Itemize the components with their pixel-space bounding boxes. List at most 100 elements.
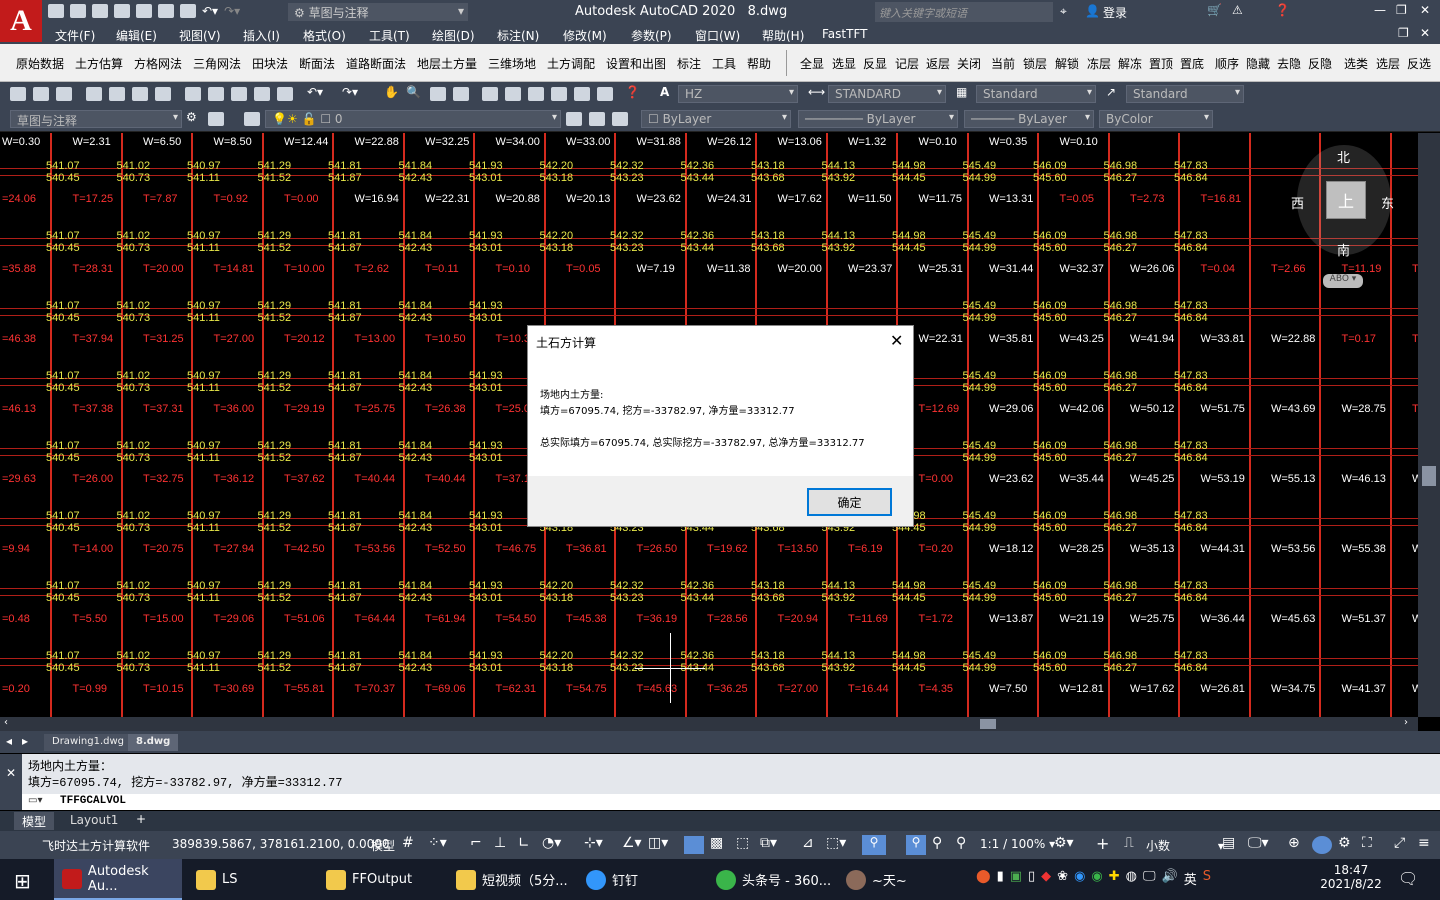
tray-sogou-icon[interactable]: S — [1203, 869, 1211, 888]
customize-menu-icon[interactable]: ≡ — [1418, 835, 1430, 851]
viewcube-top-face[interactable]: 上 — [1326, 181, 1366, 219]
rb-layer-2[interactable]: 反显 — [863, 55, 887, 72]
prompt-icon[interactable]: ▭▾ — [28, 795, 42, 806]
help-icon[interactable]: ❓ — [1275, 3, 1290, 17]
annotation-scale-select[interactable]: 1:1 / 100% ▾ — [980, 837, 1055, 851]
layer-properties-icon[interactable] — [244, 112, 260, 126]
tray-nvidia-icon[interactable]: ▣ — [1010, 869, 1022, 888]
saveas-icon[interactable] — [114, 4, 130, 18]
zoom-realtime-icon[interactable]: 🔍 — [406, 85, 421, 99]
tray-volume-icon[interactable]: 🔊 — [1162, 869, 1178, 888]
clean-screen-icon[interactable]: ⚙ — [1338, 835, 1351, 851]
auto-scale-icon[interactable]: ⚲ — [906, 835, 926, 855]
taskbar-360browser[interactable]: 头条号 - 360... — [708, 859, 834, 900]
tab-next-icon[interactable]: ▸ — [22, 734, 28, 748]
help-icon[interactable]: ❓ — [625, 85, 640, 99]
quick-properties-icon[interactable]: ▤ — [1222, 835, 1235, 851]
save-web-icon[interactable] — [158, 4, 174, 18]
transparency-icon[interactable]: ▩ — [710, 835, 723, 851]
rb-layer-9[interactable]: 冻层 — [1087, 55, 1111, 72]
menu-parametric[interactable]: 参数(P) — [631, 27, 672, 44]
expand-icon[interactable]: ⤢ — [1394, 835, 1405, 851]
rb-estimate[interactable]: 土方估算 — [75, 55, 123, 72]
a360-icon[interactable]: ⚠ — [1232, 3, 1243, 17]
wcs-menu[interactable]: ABO ▾ — [1323, 274, 1363, 288]
cut-icon[interactable] — [185, 87, 201, 101]
angle-icon[interactable]: ∠▾ — [622, 835, 642, 851]
taskbar-qq[interactable]: ~天~ — [838, 859, 966, 900]
menu-window[interactable]: 窗口(W) — [695, 27, 740, 44]
taskbar-dingtalk[interactable]: 钉钉 — [578, 859, 706, 900]
otrack-icon[interactable]: ◫▾ — [648, 835, 668, 851]
menu-file[interactable]: 文件(F) — [55, 27, 95, 44]
undo-icon[interactable]: ↶▾ — [202, 4, 218, 20]
restore-icon[interactable]: ❐ — [1396, 3, 1407, 17]
doc-restore-icon[interactable]: ❐ — [1398, 26, 1409, 40]
new-icon[interactable] — [48, 4, 64, 18]
ortho-icon[interactable]: ∟ — [518, 835, 530, 851]
layer-previous-icon[interactable] — [589, 112, 605, 126]
taskbar-ffoutput[interactable]: FFOutput — [318, 859, 440, 900]
infer-icon[interactable]: ⌐ — [470, 835, 482, 851]
vscroll-thumb[interactable] — [1422, 466, 1436, 486]
rb-layer-14[interactable]: 隐藏 — [1246, 55, 1270, 72]
rb-road-section[interactable]: 道路断面法 — [346, 55, 406, 72]
rb-stratum[interactable]: 地层土方量 — [417, 55, 477, 72]
gear-icon[interactable]: ⚙ — [186, 110, 197, 124]
lock-ui-icon[interactable]: 🖵▾ — [1248, 835, 1269, 851]
sheetset-icon[interactable] — [551, 87, 567, 101]
rb-layer-13[interactable]: 顺序 — [1215, 55, 1239, 72]
design-center-icon[interactable] — [505, 87, 521, 101]
rb-layer-6[interactable]: 当前 — [991, 55, 1015, 72]
rb-layer-17[interactable]: 选类 — [1344, 55, 1368, 72]
dialog-titlebar[interactable]: 土石方计算 ✕ — [528, 326, 913, 356]
tray-network-icon[interactable]: 🖵 — [1143, 869, 1156, 888]
snap-icon[interactable]: ⁘▾ — [428, 835, 447, 851]
rb-3d-site[interactable]: 三维场地 — [488, 55, 536, 72]
rb-raw-data[interactable]: 原始数据 — [16, 55, 64, 72]
open-icon[interactable] — [33, 87, 49, 101]
preview-icon[interactable] — [109, 87, 125, 101]
properties-icon[interactable] — [482, 87, 498, 101]
taskbar-ls[interactable]: LS — [188, 859, 308, 900]
gizmo-icon[interactable]: ⬚▾ — [826, 835, 846, 851]
dim-style-select[interactable]: STANDARD — [828, 85, 946, 103]
units-select[interactable]: 小数 ▾ — [1146, 837, 1224, 854]
menu-help[interactable]: 帮助(H) — [762, 27, 804, 44]
ime-indicator[interactable]: 英 — [1184, 869, 1197, 888]
clock[interactable]: 18:47 2021/8/22 — [1318, 863, 1384, 891]
rb-layer-3[interactable]: 记层 — [895, 55, 919, 72]
rb-layer-15[interactable]: 去隐 — [1277, 55, 1301, 72]
binoculars-icon[interactable]: ⌖ — [1060, 4, 1067, 19]
hardware-accel-icon[interactable] — [1312, 836, 1332, 854]
tray-app3-icon[interactable]: ✚ — [1109, 869, 1120, 888]
tab-layout1[interactable]: Layout1 — [62, 812, 126, 830]
zoom-previous-icon[interactable] — [453, 87, 469, 101]
plot-icon[interactable] — [180, 4, 196, 18]
tray-dingtalk-icon[interactable]: ◉ — [1074, 869, 1085, 888]
mleader-style-select[interactable]: Standard — [1126, 85, 1244, 103]
tray-app4-icon[interactable]: ◍ — [1126, 869, 1137, 888]
viewcube[interactable]: 北 南 东 西 上 ABO ▾ — [1291, 145, 1394, 288]
plot-icon[interactable] — [86, 87, 102, 101]
minimize-icon[interactable]: — — [1374, 3, 1386, 17]
rb-layer-12[interactable]: 置底 — [1180, 55, 1204, 72]
lineweight-select[interactable]: ────── ByLayer — [964, 110, 1094, 128]
add-layout-icon[interactable]: + — [136, 812, 146, 826]
rb-settings-output[interactable]: 设置和出图 — [606, 55, 666, 72]
lock-ui-icon[interactable] — [208, 112, 224, 126]
rb-tools[interactable]: 工具 — [712, 55, 736, 72]
cart-icon[interactable]: 🛒 — [1207, 3, 1222, 17]
layer-select[interactable]: 💡☀ 🔓 ☐ 0 — [265, 110, 561, 128]
menu-draw[interactable]: 绘图(D) — [432, 27, 475, 44]
tray-battery-icon[interactable]: ▮ — [997, 869, 1004, 888]
command-line[interactable]: ▭▾ TFFGCALVOL — [0, 794, 1440, 810]
menu-fasttft[interactable]: FastTFT — [822, 27, 867, 41]
web-icon[interactable] — [155, 87, 171, 101]
user-icon[interactable]: 👤 — [1085, 4, 1100, 18]
workspace-select[interactable]: 草图与注释 — [10, 110, 182, 128]
scroll-right-icon[interactable]: › — [1404, 717, 1408, 728]
menu-tools[interactable]: 工具(T) — [369, 27, 410, 44]
block-editor-icon[interactable] — [277, 87, 293, 101]
rb-layer-5[interactable]: 关闭 — [957, 55, 981, 72]
